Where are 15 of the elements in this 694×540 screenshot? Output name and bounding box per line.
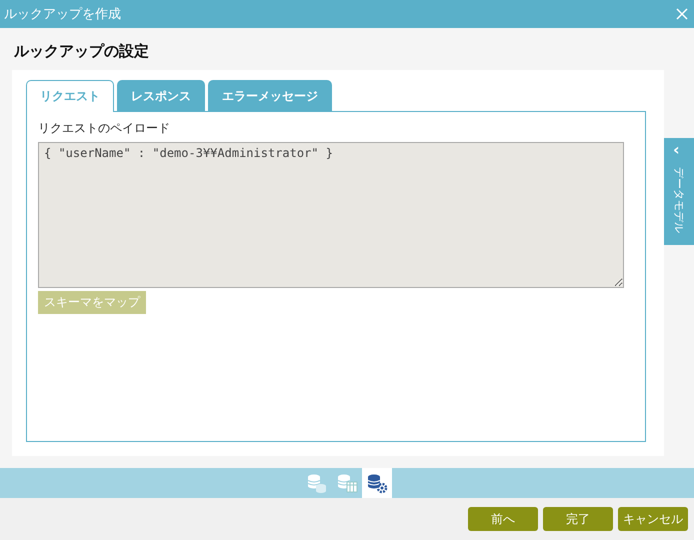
dialog-button[interactable]: 完了: [543, 507, 613, 531]
database-table-icon[interactable]: [336, 472, 358, 494]
database-gear-icon[interactable]: [366, 472, 388, 494]
side-panel-tab[interactable]: ‹ データモデル: [664, 138, 694, 245]
window-title: ルックアップを作成: [4, 6, 121, 23]
databases-icon[interactable]: [306, 472, 328, 494]
field-label: リクエストのペイロード: [38, 120, 170, 137]
tab[interactable]: レスポンス: [117, 80, 205, 111]
tab[interactable]: リクエスト: [26, 80, 114, 112]
dialog-heading: ルックアップの設定: [14, 42, 150, 62]
payload-field[interactable]: { "userName" : "demo-3¥¥Administrator" }: [38, 142, 624, 288]
close-icon[interactable]: [676, 8, 688, 20]
dialog-button[interactable]: 前へ: [468, 507, 538, 531]
tab[interactable]: エラーメッセージ: [208, 80, 332, 111]
dialog-button[interactable]: キャンセル: [618, 507, 688, 531]
